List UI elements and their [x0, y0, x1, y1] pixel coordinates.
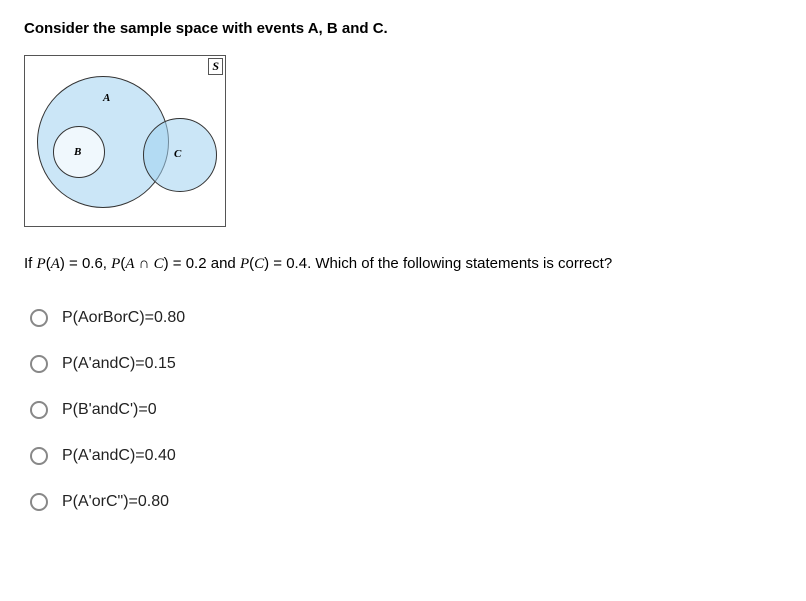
option-label: P(AorBorC)=0.80 [62, 309, 185, 327]
option-5[interactable]: P(A'orC")=0.80 [30, 493, 782, 511]
venn-diagram: S A B C [24, 55, 226, 227]
given-conditions: If P(A) = 0.6, P(A ∩ C) = 0.2 and P(C) =… [24, 255, 782, 273]
radio-icon[interactable] [30, 493, 48, 511]
radio-icon[interactable] [30, 355, 48, 373]
answer-options: P(AorBorC)=0.80 P(A'andC)=0.15 P(B'andC'… [24, 309, 782, 511]
option-2[interactable]: P(A'andC)=0.15 [30, 355, 782, 373]
set-c-label: C [174, 148, 181, 160]
option-label: P(A'andC)=0.15 [62, 355, 176, 373]
option-label: P(A'orC")=0.80 [62, 493, 169, 511]
option-label: P(B'andC')=0 [62, 401, 157, 419]
option-4[interactable]: P(A'andC)=0.40 [30, 447, 782, 465]
question-title: Consider the sample space with events A,… [24, 20, 782, 37]
radio-icon[interactable] [30, 309, 48, 327]
set-b-label: B [74, 146, 81, 158]
option-1[interactable]: P(AorBorC)=0.80 [30, 309, 782, 327]
option-3[interactable]: P(B'andC')=0 [30, 401, 782, 419]
radio-icon[interactable] [30, 401, 48, 419]
sample-space-label: S [208, 58, 223, 75]
radio-icon[interactable] [30, 447, 48, 465]
option-label: P(A'andC)=0.40 [62, 447, 176, 465]
set-a-label: A [103, 92, 110, 104]
